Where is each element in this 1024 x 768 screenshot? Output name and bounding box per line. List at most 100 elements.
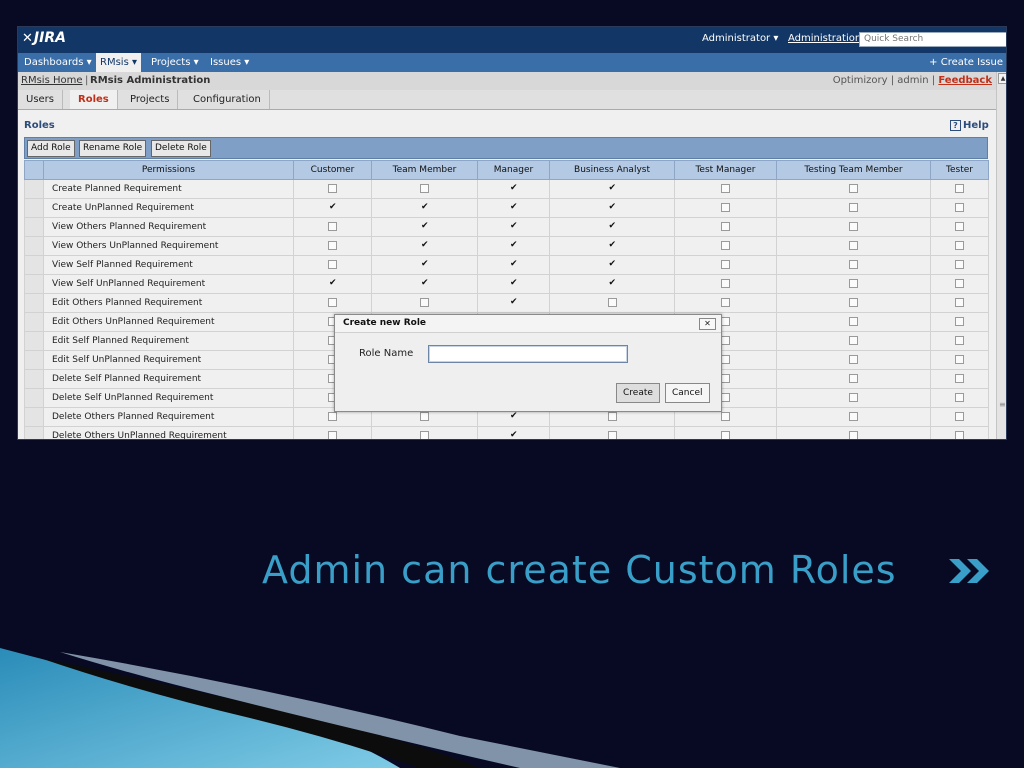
permission-checkbox[interactable]: ✔ bbox=[509, 241, 518, 250]
permission-checkbox[interactable] bbox=[328, 431, 337, 439]
quick-search-input[interactable] bbox=[859, 32, 1006, 47]
permission-checkbox[interactable] bbox=[849, 184, 858, 193]
row-index-cell[interactable] bbox=[24, 369, 44, 389]
permission-checkbox[interactable]: ✔ bbox=[608, 279, 617, 288]
tab-users[interactable]: Users bbox=[18, 90, 64, 109]
permission-checkbox[interactable]: ✔ bbox=[420, 203, 429, 212]
column-header[interactable]: Customer bbox=[293, 160, 372, 180]
permission-checkbox[interactable] bbox=[607, 298, 617, 307]
scroll-grip-icon[interactable]: ≡ bbox=[999, 400, 1006, 409]
row-index-cell[interactable] bbox=[24, 255, 44, 275]
permission-checkbox[interactable]: ✔ bbox=[420, 241, 429, 250]
permission-checkbox[interactable] bbox=[955, 374, 964, 383]
permission-checkbox[interactable]: ✔ bbox=[608, 203, 617, 212]
permission-checkbox[interactable] bbox=[955, 336, 964, 345]
rename-role-button[interactable]: Rename Role bbox=[79, 140, 147, 157]
permission-checkbox[interactable]: ✔ bbox=[328, 279, 337, 288]
permission-checkbox[interactable]: ✔ bbox=[509, 412, 518, 421]
feedback-link[interactable]: Feedback bbox=[938, 75, 992, 86]
permission-checkbox[interactable]: ✔ bbox=[509, 260, 518, 269]
nav-issues[interactable]: Issues ▾ bbox=[206, 53, 253, 72]
column-header[interactable]: Testing Team Member bbox=[776, 160, 931, 180]
help-link[interactable]: ? Help bbox=[950, 120, 989, 131]
permission-checkbox[interactable]: ✔ bbox=[608, 241, 617, 250]
nav-rmsis[interactable]: RMsis ▾ bbox=[96, 53, 141, 72]
permission-checkbox[interactable] bbox=[721, 431, 730, 439]
permission-checkbox[interactable] bbox=[721, 355, 730, 364]
permission-checkbox[interactable] bbox=[955, 260, 964, 269]
permission-checkbox[interactable]: ✔ bbox=[608, 260, 617, 269]
permission-checkbox[interactable] bbox=[849, 298, 858, 307]
scroll-up-icon[interactable]: ▲ bbox=[998, 73, 1006, 84]
permission-checkbox[interactable] bbox=[955, 222, 964, 231]
permission-checkbox[interactable] bbox=[328, 412, 337, 421]
permission-checkbox[interactable] bbox=[721, 222, 730, 231]
permission-checkbox[interactable] bbox=[955, 431, 964, 439]
permission-checkbox[interactable] bbox=[328, 298, 337, 307]
add-role-button[interactable]: Add Role bbox=[27, 140, 75, 157]
permission-checkbox[interactable] bbox=[849, 241, 858, 250]
permission-checkbox[interactable] bbox=[955, 279, 964, 288]
row-index-cell[interactable] bbox=[24, 236, 44, 256]
permission-checkbox[interactable] bbox=[721, 203, 730, 212]
permission-checkbox[interactable] bbox=[721, 393, 730, 402]
row-index-cell[interactable] bbox=[24, 426, 44, 439]
column-header[interactable]: Test Manager bbox=[674, 160, 777, 180]
row-index-cell[interactable] bbox=[24, 407, 44, 427]
close-icon[interactable]: ✕ bbox=[699, 318, 716, 330]
permission-checkbox[interactable] bbox=[607, 431, 617, 439]
role-name-input[interactable] bbox=[428, 345, 628, 363]
permission-checkbox[interactable]: ✔ bbox=[608, 184, 617, 193]
column-header[interactable]: Team Member bbox=[371, 160, 478, 180]
permission-checkbox[interactable]: ✔ bbox=[509, 431, 518, 440]
row-index-cell[interactable] bbox=[24, 179, 44, 199]
permission-checkbox[interactable] bbox=[955, 203, 964, 212]
permission-checkbox[interactable] bbox=[420, 412, 429, 421]
permission-checkbox[interactable] bbox=[721, 260, 730, 269]
cancel-button[interactable]: Cancel bbox=[665, 383, 710, 403]
permission-checkbox[interactable] bbox=[849, 393, 858, 402]
permission-checkbox[interactable] bbox=[849, 374, 858, 383]
row-index-cell[interactable] bbox=[24, 331, 44, 351]
permission-checkbox[interactable] bbox=[955, 184, 964, 193]
permission-checkbox[interactable] bbox=[955, 241, 964, 250]
administration-link[interactable]: Administration bbox=[788, 33, 861, 44]
permission-checkbox[interactable] bbox=[849, 203, 858, 212]
permission-checkbox[interactable] bbox=[849, 279, 858, 288]
permission-checkbox[interactable] bbox=[328, 222, 337, 231]
permission-checkbox[interactable]: ✔ bbox=[420, 279, 429, 288]
tab-roles[interactable]: Roles bbox=[70, 90, 118, 109]
permission-checkbox[interactable]: ✔ bbox=[420, 260, 429, 269]
column-header[interactable]: Tester bbox=[930, 160, 989, 180]
permission-checkbox[interactable] bbox=[721, 412, 730, 421]
row-index-cell[interactable] bbox=[24, 198, 44, 218]
column-header[interactable]: Permissions bbox=[43, 160, 294, 180]
permission-checkbox[interactable] bbox=[607, 412, 617, 421]
permission-checkbox[interactable] bbox=[955, 393, 964, 402]
permission-checkbox[interactable] bbox=[849, 412, 858, 421]
rmsis-home-link[interactable]: RMsis Home bbox=[21, 75, 82, 86]
permission-checkbox[interactable] bbox=[955, 317, 964, 326]
permission-checkbox[interactable] bbox=[721, 184, 730, 193]
permission-checkbox[interactable]: ✔ bbox=[509, 203, 518, 212]
permission-checkbox[interactable] bbox=[721, 279, 730, 288]
nav-dashboards[interactable]: Dashboards ▾ bbox=[20, 53, 96, 72]
row-index-cell[interactable] bbox=[24, 312, 44, 332]
permission-checkbox[interactable] bbox=[849, 355, 858, 364]
permission-checkbox[interactable] bbox=[721, 317, 730, 326]
nav-projects[interactable]: Projects ▾ bbox=[147, 53, 203, 72]
permission-checkbox[interactable] bbox=[849, 336, 858, 345]
row-index-cell[interactable] bbox=[24, 293, 44, 313]
permission-checkbox[interactable] bbox=[721, 336, 730, 345]
column-header[interactable]: Manager bbox=[477, 160, 550, 180]
vertical-scrollbar[interactable]: ▲ ≡ bbox=[996, 72, 1006, 439]
permission-checkbox[interactable] bbox=[721, 241, 730, 250]
permission-checkbox[interactable] bbox=[955, 412, 964, 421]
permission-checkbox[interactable]: ✔ bbox=[509, 298, 518, 307]
tab-configuration[interactable]: Configuration bbox=[185, 90, 270, 109]
permission-checkbox[interactable] bbox=[955, 355, 964, 364]
row-index-cell[interactable] bbox=[24, 217, 44, 237]
permission-checkbox[interactable]: ✔ bbox=[328, 203, 337, 212]
create-issue-button[interactable]: + Create Issue bbox=[929, 53, 1003, 72]
permission-checkbox[interactable] bbox=[328, 241, 337, 250]
